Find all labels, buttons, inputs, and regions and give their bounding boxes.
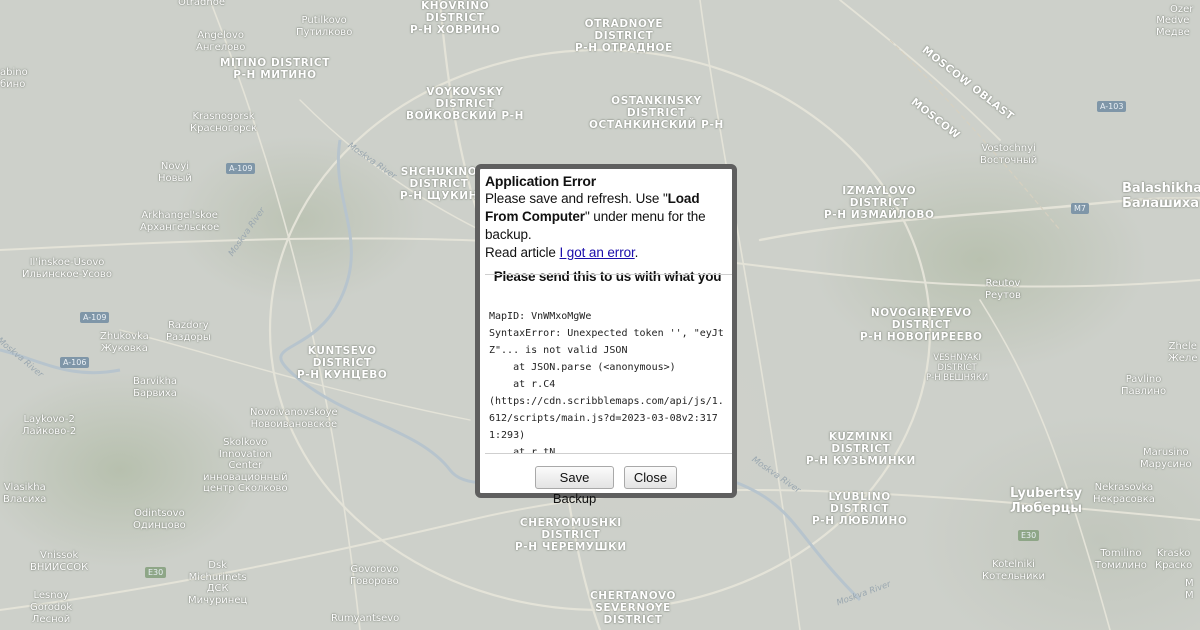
dialog-title: Application Error bbox=[485, 173, 596, 189]
save-backup-button[interactable]: Save Backup bbox=[535, 466, 614, 506]
error-log-textarea[interactable]: MapID: VnWMxoMgWe SyntaxError: Unexpecte… bbox=[485, 274, 732, 454]
dialog-buttons: Save Backup Close bbox=[480, 466, 732, 506]
message-text: Please save and refresh. Use " bbox=[485, 191, 668, 206]
error-log-text: MapID: VnWMxoMgWe SyntaxError: Unexpecte… bbox=[489, 311, 724, 454]
dialog-message: Please save and refresh. Use "Load From … bbox=[485, 190, 730, 262]
close-button[interactable]: Close bbox=[624, 466, 677, 489]
message-text: Read article bbox=[485, 245, 560, 260]
modal-overlay: Application Error Please save and refres… bbox=[0, 0, 1200, 630]
error-dialog: Application Error Please save and refres… bbox=[475, 164, 737, 506]
message-text: . bbox=[634, 245, 639, 260]
i-got-an-error-link[interactable]: I got an error bbox=[560, 245, 635, 260]
dialog-body: Application Error Please save and refres… bbox=[485, 172, 730, 286]
